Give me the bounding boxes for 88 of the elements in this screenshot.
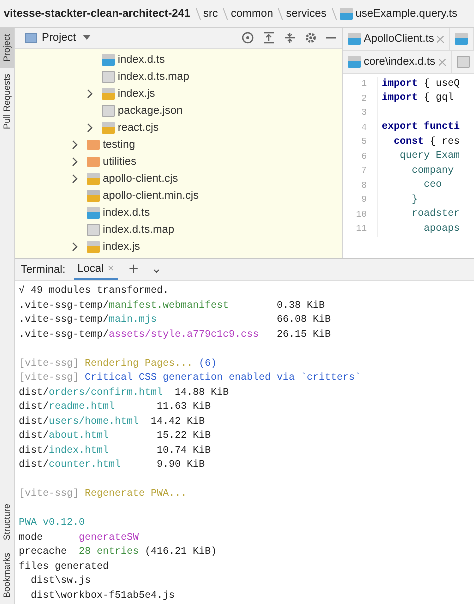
tree-item[interactable]: index.js [103, 240, 140, 252]
line-number: 11 [355, 224, 367, 234]
expand-all-icon[interactable] [263, 32, 275, 44]
line-number: 6 [360, 152, 367, 162]
tool-window-tab[interactable]: Project [0, 28, 14, 68]
code-line: query Exam [399, 151, 460, 162]
line-number: 9 [360, 195, 367, 206]
js-file-icon [87, 240, 100, 252]
tree-item[interactable]: react.cjs [118, 122, 159, 134]
js-file-icon [102, 88, 115, 100]
breadcrumb-item[interactable]: services [286, 8, 327, 20]
collapse-all-icon[interactable] [284, 32, 296, 44]
tree-item[interactable]: package.json [118, 104, 183, 116]
code-line: export functi [382, 122, 460, 134]
terminal-line: [vite-ssg] Critical CSS generation enabled via `critters` [19, 372, 362, 386]
code-line: const { res [393, 136, 460, 148]
line-number: 8 [360, 180, 367, 191]
dropdown-icon[interactable] [83, 35, 92, 41]
panel-title: Terminal: [21, 264, 66, 276]
breadcrumb-item[interactable]: useExample.query.ts [356, 8, 458, 20]
terminal-line: dist/orders/confirm.html 14.88 KiB [19, 386, 230, 400]
ts-file-icon [455, 33, 468, 45]
dropdown-button[interactable]: ⌄ [149, 262, 164, 277]
terminal-line: dist\sw.js [30, 575, 92, 589]
line-number: 5 [360, 137, 367, 148]
line-number: 1 [360, 79, 367, 90]
tool-window-tab[interactable]: Bookmarks [0, 546, 14, 604]
settings-icon[interactable] [305, 32, 317, 44]
code-line: ceo [423, 180, 442, 192]
ts-file-icon [340, 8, 353, 20]
breadcrumb-item[interactable]: common [231, 8, 274, 20]
js-file-icon [102, 122, 115, 134]
folder-icon [87, 140, 100, 150]
tree-item[interactable]: index.d.ts.map [103, 224, 175, 236]
terminal-line: files generated [19, 560, 110, 574]
tree-item[interactable]: index.d.ts [103, 206, 150, 218]
terminal-line: dist\workbox-f51ab5e4.js [30, 590, 176, 604]
tree-item[interactable]: index.js [118, 88, 156, 100]
code-line: import { useQ [382, 78, 460, 90]
terminal-line: [vite-ssg] Regenerate PWA... [19, 488, 188, 502]
terminal-line: .vite-ssg-temp/main.mjs 66.08 KiB [19, 314, 332, 328]
terminal-line: √ 49 modules transformed. [19, 285, 170, 299]
terminal-tab[interactable]: Local × [74, 259, 118, 280]
code-line: } [411, 194, 418, 206]
terminal-line: dist/index.html 10.74 KiB [19, 444, 212, 458]
js-file-icon [87, 172, 100, 184]
terminal-line: dist/about.html 15.22 KiB [19, 430, 212, 444]
ts-file-icon [348, 56, 361, 68]
line-number: 7 [360, 166, 367, 176]
line-number: 4 [360, 122, 367, 133]
line-number: 2 [360, 94, 367, 104]
ts-file-icon [87, 206, 100, 218]
code-line: apoaps [423, 224, 460, 235]
tree-item[interactable]: apollo-client.min.cjs [103, 190, 199, 202]
tree-item[interactable]: utilities [103, 156, 137, 168]
tree-item[interactable]: index.d.ts [118, 54, 166, 66]
terminal-line: mode generateSW [19, 532, 140, 546]
config-file-icon [456, 56, 470, 68]
locate-icon[interactable] [242, 32, 254, 44]
folder-icon [25, 33, 37, 43]
ts-file-icon [102, 54, 115, 66]
terminal-line: dist/readme.html 11.63 KiB [19, 401, 212, 415]
add-button[interactable]: + [126, 262, 142, 277]
breadcrumb-item[interactable]: vitesse-stackter-clean-architect-241 [4, 8, 190, 20]
tool-window-tab[interactable]: Structure [0, 498, 14, 547]
code-line: import { gql [382, 93, 454, 104]
ts-file-icon [348, 33, 361, 45]
code-line: roadster [411, 209, 460, 220]
panel-title[interactable]: Project [42, 32, 76, 44]
terminal-line: .vite-ssg-temp/manifest.webmanifest 0.38 KiB [19, 300, 326, 314]
line-number: 10 [355, 210, 367, 220]
terminal-line: precache 28 entries (416.21 KiB) [19, 546, 218, 560]
config-file-icon [87, 224, 100, 236]
breadcrumb-item[interactable]: src [204, 8, 218, 20]
tree-item[interactable]: testing [103, 138, 136, 150]
config-file-icon [102, 70, 115, 82]
terminal-line: .vite-ssg-temp/assets/style.a779c1c9.css 26.15 KiB [19, 328, 332, 342]
config-file-icon [102, 104, 115, 116]
terminal-line: PWA v0.12.0 [19, 517, 86, 531]
tree-item[interactable]: index.d.ts.map [118, 70, 190, 82]
tree-item[interactable]: apollo-client.cjs [103, 172, 178, 184]
folder-icon [87, 156, 100, 166]
code-line: company [411, 166, 454, 177]
terminal-line: [vite-ssg] Rendering Pages... (6) [19, 358, 218, 372]
tool-window-tab[interactable]: Pull Requests [0, 68, 14, 136]
terminal-line: dist/users/home.html 14.42 KiB [19, 416, 206, 430]
line-number: 3 [360, 108, 367, 118]
terminal-line: dist/counter.html 9.90 KiB [19, 459, 206, 473]
